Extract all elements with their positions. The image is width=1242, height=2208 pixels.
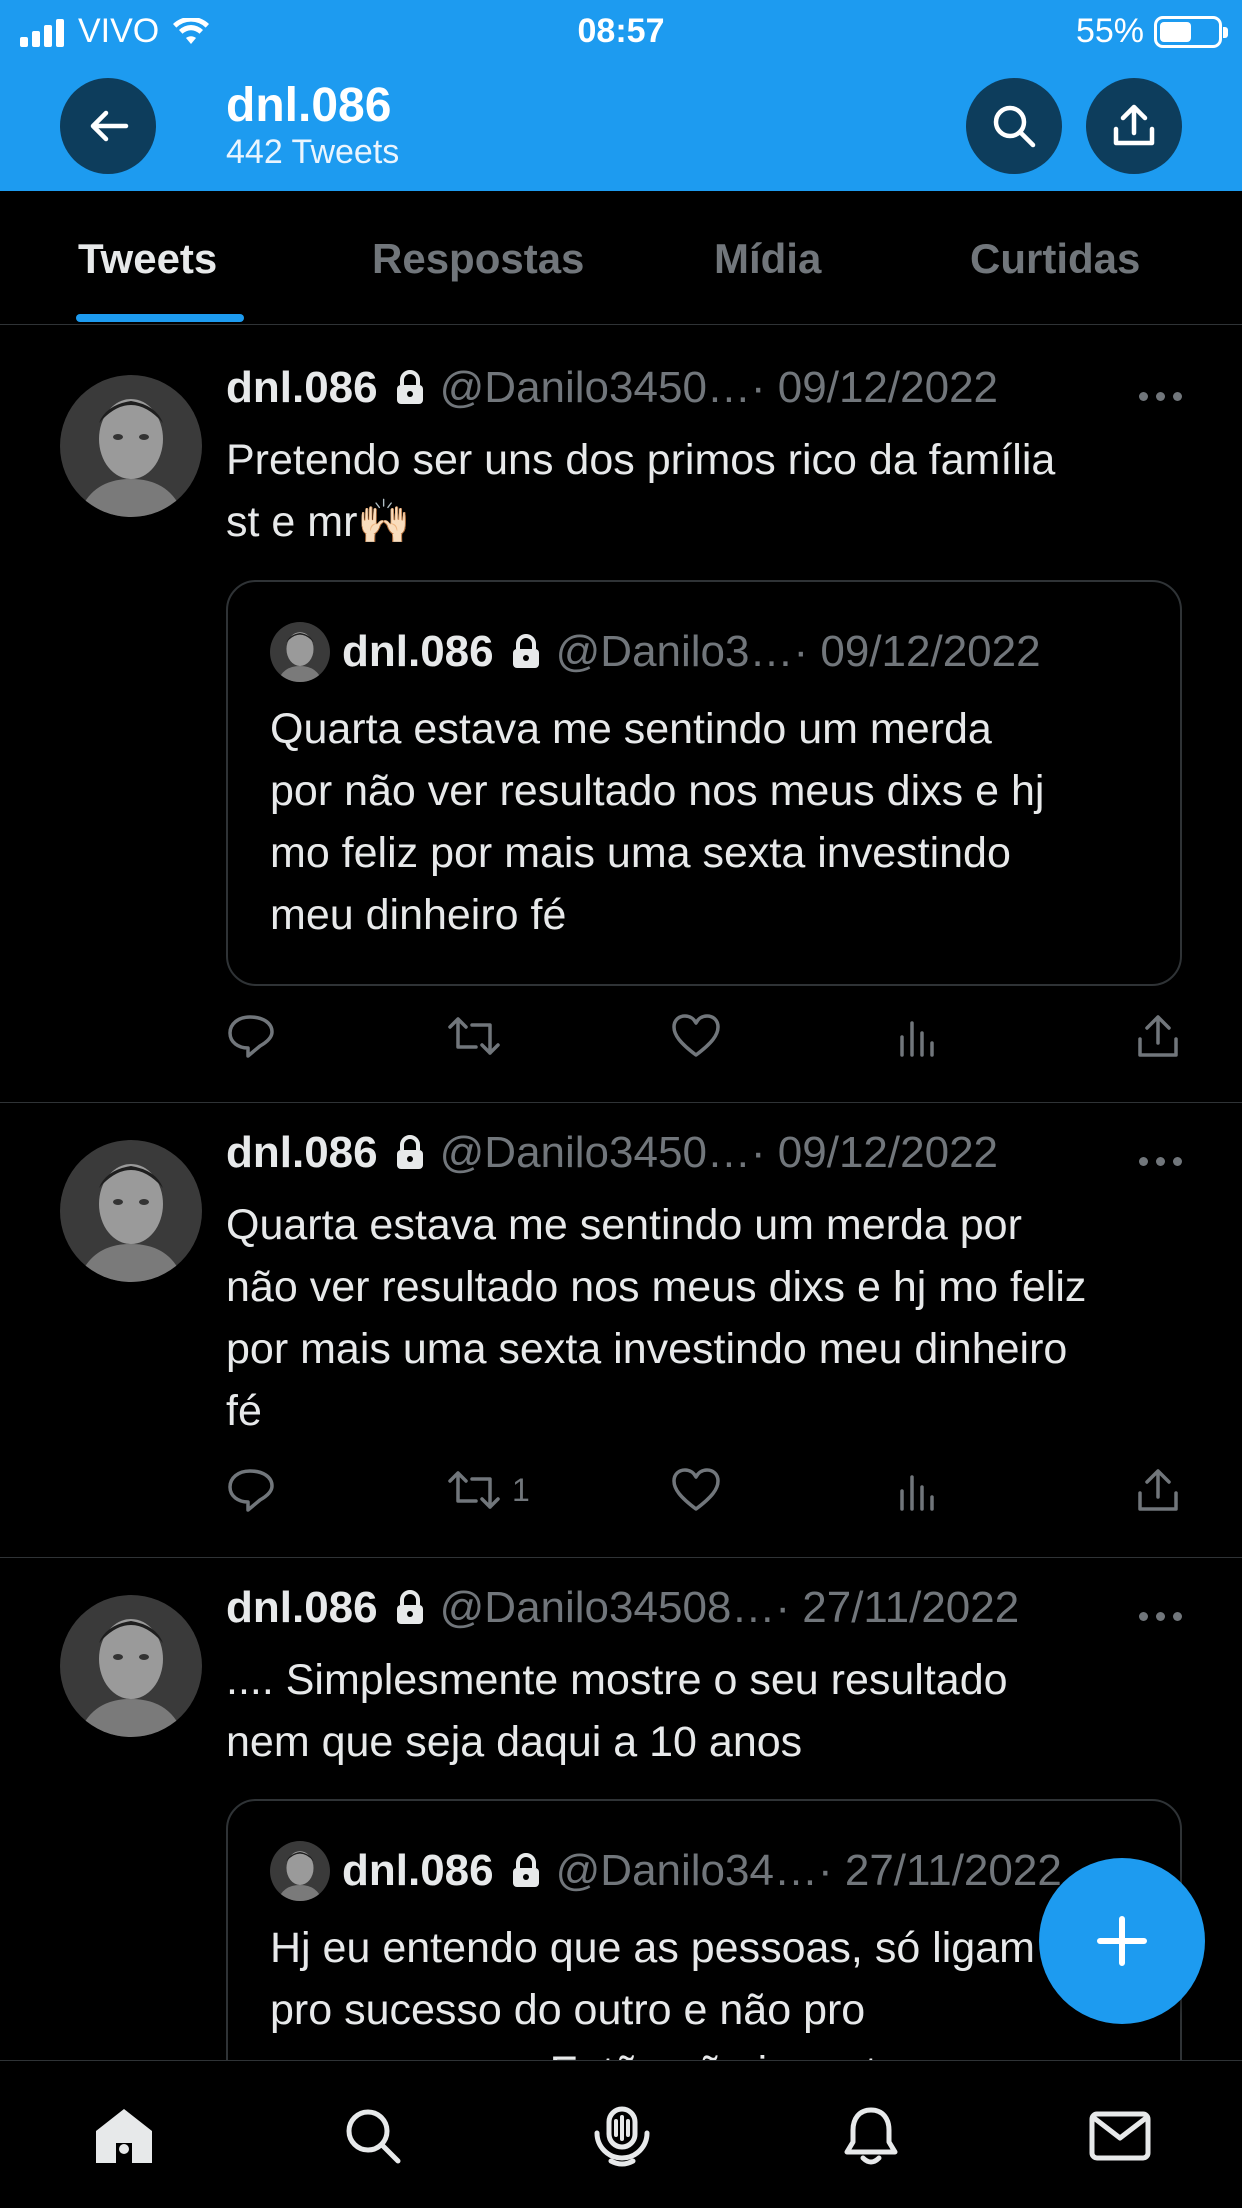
compose-plus-icon [1097,1916,1147,1966]
status-bar: VIVO 08:57 55% [0,0,1242,62]
lock-icon [394,1590,426,1626]
tweet-text: Quarta estava me sentindo um merda por n… [226,1201,1087,1435]
retweet-icon [448,1017,500,1055]
author-name[interactable]: dnl.086 [226,363,378,413]
more-options-button[interactable] [1139,1157,1182,1166]
views-icon [900,1021,934,1057]
share-button[interactable] [1134,1011,1182,1061]
bell-icon [844,2107,898,2165]
avatar [270,622,330,682]
author-handle: @Danilo3… [555,627,794,676]
tweet-header: dnl.086 @Danilo34508… · 27/11/2022 [226,1583,1019,1633]
reply-button[interactable] [226,1011,276,1061]
nav-notifications[interactable] [836,2101,906,2171]
back-arrow-icon [90,110,129,142]
share-icon [1138,1469,1178,1511]
share-icon [1138,1015,1178,1057]
tweet-text: .... Simplesmente mostre o seu resultado… [226,1656,1008,1766]
share-icon [1113,104,1155,146]
tweet-date: · 27/11/2022 [775,1583,1020,1632]
retweet-count: 1 [512,1471,530,1508]
avatar[interactable] [60,1140,202,1282]
quoted-tweet[interactable]: dnl.086 @Danilo3… · 09/12/2022 Quarta es… [226,580,1182,986]
tab-tweets[interactable]: Tweets [78,235,217,283]
tweet-actions: 1 [226,1465,1186,1525]
search-icon [346,2109,401,2164]
retweet-icon [448,1471,500,1509]
author-name[interactable]: dnl.086 [226,1583,378,1633]
active-tab-indicator [76,314,244,322]
profile-tabs: Tweets Respostas Mídia Curtidas [0,191,1242,325]
clock: 08:57 [577,12,665,50]
more-options-button[interactable] [1139,1612,1182,1621]
author-handle: @Danilo3450… [439,363,751,412]
back-button[interactable] [60,78,156,174]
nav-spaces[interactable] [587,2101,657,2171]
more-options-button[interactable] [1139,392,1182,401]
retweet-button[interactable]: 1 [446,1465,530,1515]
spaces-icon [594,2106,650,2167]
author-name: dnl.086 [342,627,494,676]
share-profile-button[interactable] [1086,78,1182,174]
nav-search[interactable] [338,2101,408,2171]
search-icon [993,105,1036,148]
reply-icon [228,1015,274,1058]
avatar[interactable] [60,375,202,517]
reply-icon [228,1469,274,1512]
views-button[interactable] [894,1011,942,1061]
profile-header: VIVO 08:57 55% dnl.086 442 Tweets [0,0,1242,191]
avatar[interactable] [60,1595,202,1737]
header-title-block: dnl.086 442 Tweets [226,80,399,172]
compose-tweet-button[interactable] [1039,1858,1205,2024]
mail-icon [1089,2111,1151,2161]
tab-midia[interactable]: Mídia [714,235,821,283]
quoted-tweet-text: Quarta estava me sentindo um merda por n… [270,705,1045,939]
page-title: dnl.086 [226,79,392,132]
lock-icon [510,634,542,670]
battery-icon [1154,15,1228,48]
bottom-navigation [0,2060,1242,2208]
lock-icon [394,1135,426,1171]
quoted-tweet-header: dnl.086 @Danilo34… · 27/11/2022 [270,1841,1062,1901]
tab-curtidas[interactable]: Curtidas [970,235,1140,283]
like-button[interactable] [670,1465,722,1515]
author-name: dnl.086 [342,1846,494,1895]
author-name[interactable]: dnl.086 [226,1128,378,1178]
like-icon [672,1468,720,1511]
tab-respostas[interactable]: Respostas [372,235,584,283]
nav-messages[interactable] [1085,2101,1155,2171]
tweet-date: · 09/12/2022 [793,627,1041,676]
views-button[interactable] [894,1465,942,1515]
like-button[interactable] [670,1011,722,1061]
search-button[interactable] [966,78,1062,174]
home-icon [96,2109,152,2163]
nav-home[interactable] [89,2101,159,2171]
lock-icon [394,370,426,406]
tweet-item[interactable]: dnl.086 @Danilo3450… · 09/12/2022 Preten… [0,325,1242,1103]
tweet-date: · 27/11/2022 [817,1846,1062,1895]
like-icon [672,1014,720,1057]
author-handle: @Danilo34508… [439,1583,776,1632]
tweet-text: Pretendo ser uns dos primos rico da famí… [226,436,1056,546]
retweet-button[interactable] [446,1011,512,1061]
tweet-item[interactable]: dnl.086 @Danilo3450… · 09/12/2022 Quarta… [0,1103,1242,1558]
tweet-date: · 09/12/2022 [750,363,999,412]
author-handle: @Danilo34… [555,1846,818,1895]
reply-button[interactable] [226,1465,276,1515]
tweet-header: dnl.086 @Danilo3450… · 09/12/2022 [226,1128,998,1178]
author-handle: @Danilo3450… [439,1128,751,1177]
avatar [270,1841,330,1901]
views-icon [900,1475,934,1511]
tweet-count: 442 Tweets [226,133,400,171]
tweet-actions [226,1011,1186,1071]
share-button[interactable] [1134,1465,1182,1515]
tweet-header: dnl.086 @Danilo3450… · 09/12/2022 [226,363,998,413]
battery-percent: 55% [1075,12,1144,50]
quoted-tweet-header: dnl.086 @Danilo3… · 09/12/2022 [270,622,1041,682]
lock-icon [510,1853,542,1889]
tweet-date: · 09/12/2022 [750,1128,999,1177]
